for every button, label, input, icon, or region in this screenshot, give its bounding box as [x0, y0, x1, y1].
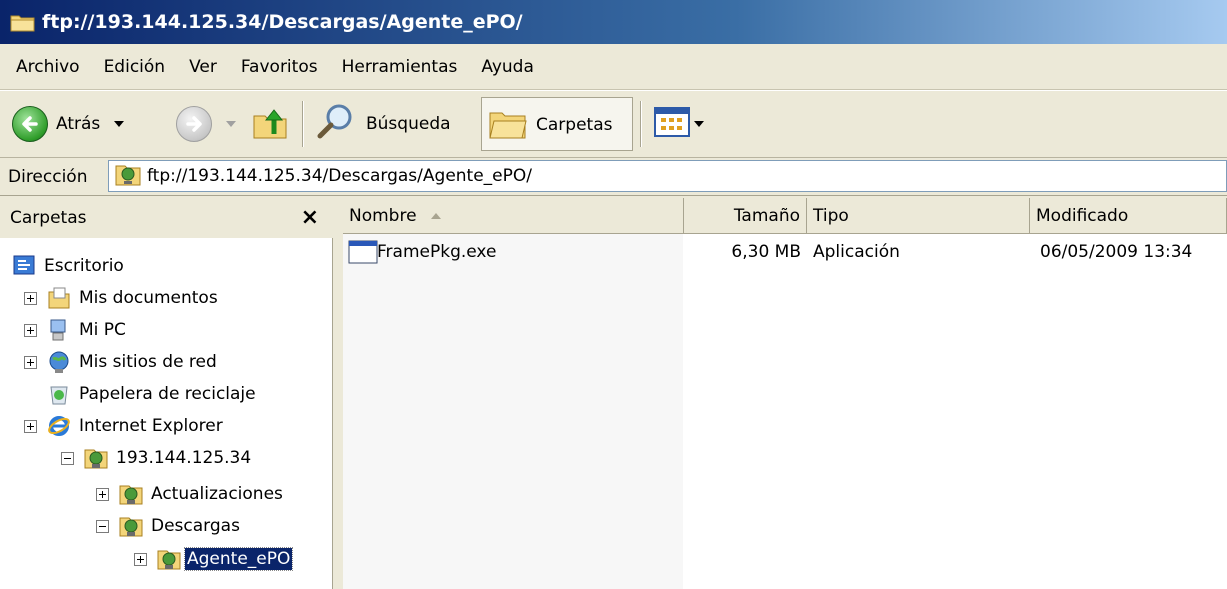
menu-ver[interactable]: Ver	[177, 44, 229, 90]
views-icon	[654, 106, 690, 142]
tree-item-mis-documentos[interactable]: Mis documentos	[24, 282, 218, 314]
folder-icon	[10, 11, 36, 33]
up-folder-button[interactable]	[252, 95, 288, 153]
expand-icon[interactable]	[24, 419, 37, 433]
menu-archivo[interactable]: Archivo	[0, 44, 92, 90]
views-dropdown-icon[interactable]	[694, 121, 704, 127]
back-button[interactable]: Atrás	[12, 95, 125, 153]
title-bar: ftp://193.144.125.34/Descargas/Agente_eP…	[0, 0, 1227, 44]
ftp-folder-icon	[119, 482, 143, 506]
expand-icon[interactable]	[24, 291, 37, 305]
tree-label: Papelera de reciclaje	[79, 384, 256, 404]
expand-icon[interactable]	[24, 323, 37, 337]
search-icon	[316, 102, 356, 147]
tree-item-escritorio[interactable]: Escritorio	[12, 250, 124, 282]
folders-button[interactable]: Carpetas	[481, 97, 633, 151]
tree-label: Descargas	[151, 516, 240, 536]
file-type: Aplicación	[813, 242, 900, 262]
views-button[interactable]	[654, 95, 704, 153]
tree-item-papelera[interactable]: Papelera de reciclaje	[47, 378, 256, 410]
forward-arrow-icon	[176, 106, 212, 142]
recycle-bin-icon	[47, 382, 71, 406]
tree-label: Mis sitios de red	[79, 352, 217, 372]
file-row[interactable]: FramePkg.exe 6,30 MB Aplicación 06/05/20…	[343, 238, 1227, 268]
address-bar: Dirección ftp://193.144.125.34/Descargas…	[0, 158, 1227, 196]
column-header-tipo[interactable]: Tipo	[807, 198, 1030, 234]
ftp-folder-icon	[119, 514, 143, 538]
desktop-icon	[12, 254, 36, 278]
file-modified: 06/05/2009 13:34	[1040, 242, 1193, 262]
tree-label: Mis documentos	[79, 288, 218, 308]
search-label: Búsqueda	[366, 114, 451, 134]
folders-pane: Carpetas × Escritorio Mis documentos Mi …	[0, 198, 333, 589]
toolbar: Atrás Búsqueda Carpetas	[0, 90, 1227, 158]
menu-herramientas[interactable]: Herramientas	[330, 44, 470, 90]
file-name: FramePkg.exe	[377, 242, 497, 262]
up-folder-icon	[252, 104, 288, 145]
tree-label: Mi PC	[79, 320, 126, 340]
menu-ayuda[interactable]: Ayuda	[469, 44, 546, 90]
computer-icon	[47, 318, 71, 342]
tree-item-descargas[interactable]: Descargas	[96, 510, 240, 542]
folders-pane-title: Carpetas	[10, 208, 87, 228]
folders-pane-header: Carpetas ×	[0, 198, 333, 238]
folders-icon	[488, 105, 528, 146]
documents-icon	[47, 286, 71, 310]
internet-explorer-icon	[47, 414, 71, 438]
forward-button[interactable]	[176, 95, 236, 153]
tree-label: Internet Explorer	[79, 416, 223, 436]
address-input[interactable]: ftp://193.144.125.34/Descargas/Agente_eP…	[108, 160, 1227, 192]
tree-label: Escritorio	[44, 256, 124, 276]
network-icon	[47, 350, 71, 374]
search-button[interactable]: Búsqueda	[316, 95, 451, 153]
ftp-folder-open-icon	[157, 547, 181, 571]
expand-icon[interactable]	[134, 552, 147, 566]
sort-ascending-icon	[430, 212, 441, 219]
ftp-folder-icon	[84, 446, 108, 470]
column-header-modificado[interactable]: Modificado	[1030, 198, 1227, 234]
ftp-folder-icon	[115, 162, 141, 191]
window-title: ftp://193.144.125.34/Descargas/Agente_eP…	[42, 11, 523, 33]
column-label: Modificado	[1036, 205, 1129, 226]
column-label: Tipo	[813, 205, 849, 226]
column-header-tamano[interactable]: Tamaño	[684, 198, 807, 234]
expand-icon[interactable]	[96, 487, 109, 501]
tree-label: 193.144.125.34	[116, 448, 252, 468]
address-value: ftp://193.144.125.34/Descargas/Agente_eP…	[147, 166, 532, 186]
menu-favoritos[interactable]: Favoritos	[229, 44, 330, 90]
folders-label: Carpetas	[536, 115, 613, 135]
back-arrow-icon	[12, 106, 48, 142]
menu-edicion[interactable]: Edición	[92, 44, 178, 90]
column-header-nombre[interactable]: Nombre	[343, 198, 684, 234]
sorted-column-highlight	[343, 234, 683, 589]
file-size: 6,30 MB	[731, 242, 801, 262]
tree-item-mi-pc[interactable]: Mi PC	[24, 314, 126, 346]
expand-icon[interactable]	[24, 355, 37, 369]
tree-item-internet-explorer[interactable]: Internet Explorer	[24, 410, 223, 442]
tree-item-agente-epo[interactable]: Agente_ePO	[134, 543, 294, 575]
toolbar-separator	[640, 101, 642, 147]
menu-bar: Archivo Edición Ver Favoritos Herramient…	[0, 44, 1227, 90]
tree-item-actualizaciones[interactable]: Actualizaciones	[96, 478, 283, 510]
address-label: Dirección	[8, 166, 88, 187]
forward-dropdown-icon[interactable]	[226, 121, 236, 127]
back-dropdown-icon[interactable]	[114, 121, 125, 127]
tree-item-mis-sitios-de-red[interactable]: Mis sitios de red	[24, 346, 217, 378]
column-label: Tamaño	[733, 205, 800, 226]
tree-label-selected: Agente_ePO	[183, 547, 294, 571]
tree-item-ftp-server[interactable]: 193.144.125.34	[61, 442, 251, 474]
back-label: Atrás	[56, 114, 101, 134]
toolbar-separator	[302, 101, 304, 147]
pane-splitter[interactable]	[333, 198, 343, 589]
column-label: Nombre	[349, 205, 417, 226]
close-icon[interactable]: ×	[301, 205, 319, 230]
application-icon	[348, 240, 378, 269]
collapse-icon[interactable]	[96, 519, 109, 533]
file-list: Nombre Tamaño Tipo Modificado FramePkg.e…	[343, 198, 1227, 589]
tree-label: Actualizaciones	[151, 484, 283, 504]
collapse-icon[interactable]	[61, 451, 74, 465]
